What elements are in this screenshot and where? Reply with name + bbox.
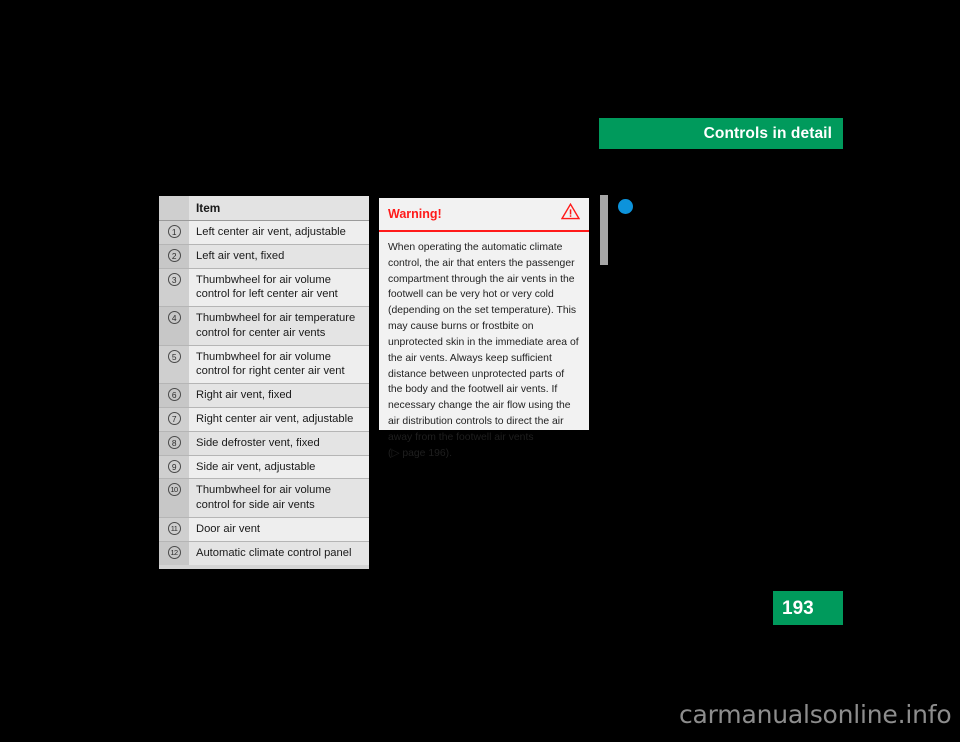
warning-text: When operating the automatic climate con… <box>388 240 579 461</box>
table-row: 1 Left center air vent, adjustable <box>159 220 369 245</box>
table-row: 4 Thumbwheel for air temperature control … <box>159 306 369 346</box>
row-number-cell: 4 <box>159 306 189 346</box>
row-number-cell: 2 <box>159 244 189 269</box>
page-number-tab: 193 <box>773 591 843 625</box>
warning-box: Warning! When operating the automatic cl… <box>379 198 589 459</box>
table-body: 1 Left center air vent, adjustable 2 Left a… <box>159 220 369 565</box>
row-number-cell: 1 <box>159 220 189 245</box>
warning-cross-reference: (▷ page 196). <box>388 447 453 459</box>
chapter-title: Controls in detail <box>703 124 832 142</box>
row-item-cell: Automatic climate control panel <box>189 541 369 565</box>
table-row: 9 Side air vent, adjustable <box>159 455 369 480</box>
margin-gray-bar <box>600 195 608 265</box>
item-legend-table: Item 1 Left center air vent, adjustable 2 L… <box>159 196 369 569</box>
callout-number-badge: 6 <box>167 388 181 402</box>
row-item-cell: Thumbwheel for air volume control for ri… <box>189 345 369 385</box>
table-row: 5 Thumbwheel for air volume control for r… <box>159 345 369 385</box>
warning-header: Warning! <box>379 198 589 232</box>
callout-number-badge: 8 <box>167 435 181 449</box>
callout-number-badge: 10 <box>167 483 181 497</box>
row-item-cell: Door air vent <box>189 517 369 542</box>
warning-triangle-icon <box>560 202 581 225</box>
table-row: 7 Right center air vent, adjustable <box>159 407 369 432</box>
callout-number-badge: 4 <box>167 311 181 325</box>
callout-number-badge: 5 <box>167 349 181 363</box>
row-item-cell: Thumbwheel for air volume control for le… <box>189 268 369 308</box>
row-number-cell: 9 <box>159 455 189 480</box>
row-number-cell: 10 <box>159 478 189 518</box>
callout-number-badge: 11 <box>167 521 181 535</box>
table-row: 11 Door air vent <box>159 517 369 542</box>
row-number-cell: 5 <box>159 345 189 385</box>
table-header-number-cell <box>159 196 189 221</box>
site-watermark: carmanualsonline.info <box>679 700 952 729</box>
warning-text-main: When operating the automatic climate con… <box>388 242 579 443</box>
warning-body: When operating the automatic climate con… <box>379 232 589 461</box>
callout-number-badge: 3 <box>167 272 181 286</box>
row-item-cell: Thumbwheel for air temperature control f… <box>189 306 369 346</box>
row-number-cell: 7 <box>159 407 189 432</box>
row-number-cell: 12 <box>159 541 189 565</box>
callout-number-badge: 7 <box>167 412 181 426</box>
item-table-element: Item 1 Left center air vent, adjustable 2 L… <box>159 196 369 565</box>
table-header-item-cell: Item <box>189 196 369 221</box>
row-number-cell: 11 <box>159 517 189 542</box>
margin-blue-dot <box>618 199 633 214</box>
table-row: 10 Thumbwheel for air volume control for … <box>159 478 369 518</box>
table-row: 12 Automatic climate control panel <box>159 541 369 565</box>
table-row: 2 Left air vent, fixed <box>159 244 369 269</box>
warning-title: Warning! <box>388 206 442 221</box>
row-number-cell: 6 <box>159 383 189 409</box>
row-item-cell: Left center air vent, adjustable <box>189 220 369 245</box>
callout-number-badge: 2 <box>167 248 181 262</box>
page-number: 193 <box>782 597 814 619</box>
row-item-cell: Right air vent, fixed <box>189 383 369 409</box>
row-item-cell: Side air vent, adjustable <box>189 455 369 480</box>
table-row: 3 Thumbwheel for air volume control for l… <box>159 268 369 308</box>
row-number-cell: 3 <box>159 268 189 308</box>
row-item-cell: Left air vent, fixed <box>189 244 369 269</box>
row-item-cell: Side defroster vent, fixed <box>189 431 369 456</box>
table-row: 8 Side defroster vent, fixed <box>159 431 369 456</box>
callout-number-badge: 12 <box>167 545 181 559</box>
row-number-cell: 8 <box>159 431 189 456</box>
callout-number-badge: 9 <box>167 459 181 473</box>
row-item-cell: Thumbwheel for air volume control for si… <box>189 478 369 518</box>
chapter-header-banner: Controls in detail <box>599 118 843 149</box>
table-row: 6 Right air vent, fixed <box>159 383 369 409</box>
callout-number-badge: 1 <box>167 225 181 238</box>
table-header-row: Item <box>159 196 369 221</box>
row-item-cell: Right center air vent, adjustable <box>189 407 369 432</box>
